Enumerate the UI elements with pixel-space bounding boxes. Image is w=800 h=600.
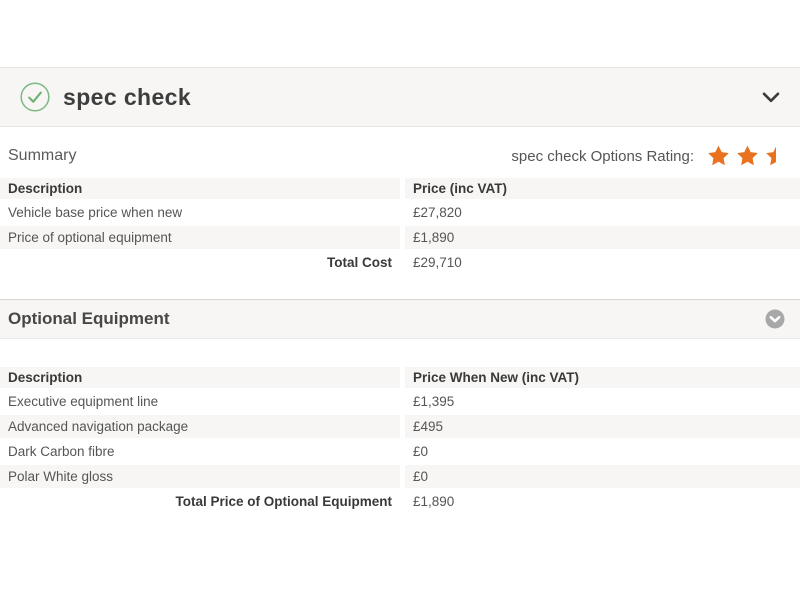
summary-table-header-row: Description Price (inc VAT) bbox=[0, 178, 800, 199]
rating-label: spec check Options Rating: bbox=[511, 147, 694, 165]
column-header-description: Description bbox=[0, 367, 400, 388]
table-row: Executive equipment line £1,395 bbox=[0, 390, 800, 413]
row-price: £27,820 bbox=[413, 205, 462, 220]
table-row: Dark Carbon fibre £0 bbox=[0, 440, 800, 463]
total-cost-row: Total Cost £29,710 bbox=[0, 251, 800, 274]
spec-check-header[interactable]: spec check bbox=[0, 67, 800, 127]
total-optional-equipment-label: Total Price of Optional Equipment bbox=[0, 490, 400, 513]
check-circle-icon bbox=[20, 82, 50, 112]
column-header-price: Price When New (inc VAT) bbox=[405, 367, 800, 388]
spec-check-widget: spec check Summary spec check Options Ra… bbox=[0, 0, 800, 600]
section-title: Optional Equipment bbox=[8, 309, 170, 328]
row-price: £495 bbox=[405, 415, 800, 438]
row-description: Polar White gloss bbox=[0, 465, 400, 488]
row-description: Price of optional equipment bbox=[0, 226, 400, 249]
optional-equipment-header[interactable]: Optional Equipment bbox=[0, 299, 800, 339]
row-price: £1,395 bbox=[413, 394, 455, 409]
star-full-icon bbox=[735, 144, 760, 168]
optional-equipment-table: Description Price When New (inc VAT) Exe… bbox=[0, 367, 800, 513]
table-row: Price of optional equipment £1,890 bbox=[0, 226, 800, 249]
star-half-icon bbox=[764, 144, 776, 168]
row-description: Vehicle base price when new bbox=[8, 205, 183, 220]
column-header-description: Description bbox=[0, 178, 400, 199]
row-price: £0 bbox=[413, 444, 429, 459]
table-row: Advanced navigation package £495 bbox=[0, 415, 800, 438]
total-optional-equipment-value: £1,890 bbox=[405, 490, 800, 513]
total-optional-equipment-row: Total Price of Optional Equipment £1,890 bbox=[0, 490, 800, 513]
table-row: Vehicle base price when new £27,820 bbox=[0, 201, 800, 224]
options-rating: spec check Options Rating: bbox=[511, 144, 776, 168]
star-full-icon bbox=[706, 144, 731, 168]
optional-equipment-header-row: Description Price When New (inc VAT) bbox=[0, 367, 800, 388]
row-description: Dark Carbon fibre bbox=[8, 444, 115, 459]
table-row: Polar White gloss £0 bbox=[0, 465, 800, 488]
rating-stars bbox=[702, 144, 776, 168]
chevron-down-icon[interactable] bbox=[758, 88, 784, 107]
summary-table: Description Price (inc VAT) Vehicle base… bbox=[0, 178, 800, 274]
chevron-down-circle-icon[interactable] bbox=[765, 309, 785, 329]
summary-row: Summary spec check Options Rating: bbox=[0, 144, 800, 168]
row-description: Executive equipment line bbox=[8, 394, 159, 409]
total-cost-label: Total Cost bbox=[0, 251, 400, 274]
summary-label: Summary bbox=[8, 147, 77, 164]
column-header-price: Price (inc VAT) bbox=[405, 178, 800, 199]
panel-title: spec check bbox=[63, 83, 192, 110]
total-cost-value: £29,710 bbox=[405, 251, 800, 274]
top-whitespace bbox=[0, 0, 800, 67]
row-description: Advanced navigation package bbox=[0, 415, 400, 438]
row-price: £1,890 bbox=[405, 226, 800, 249]
row-price: £0 bbox=[405, 465, 800, 488]
